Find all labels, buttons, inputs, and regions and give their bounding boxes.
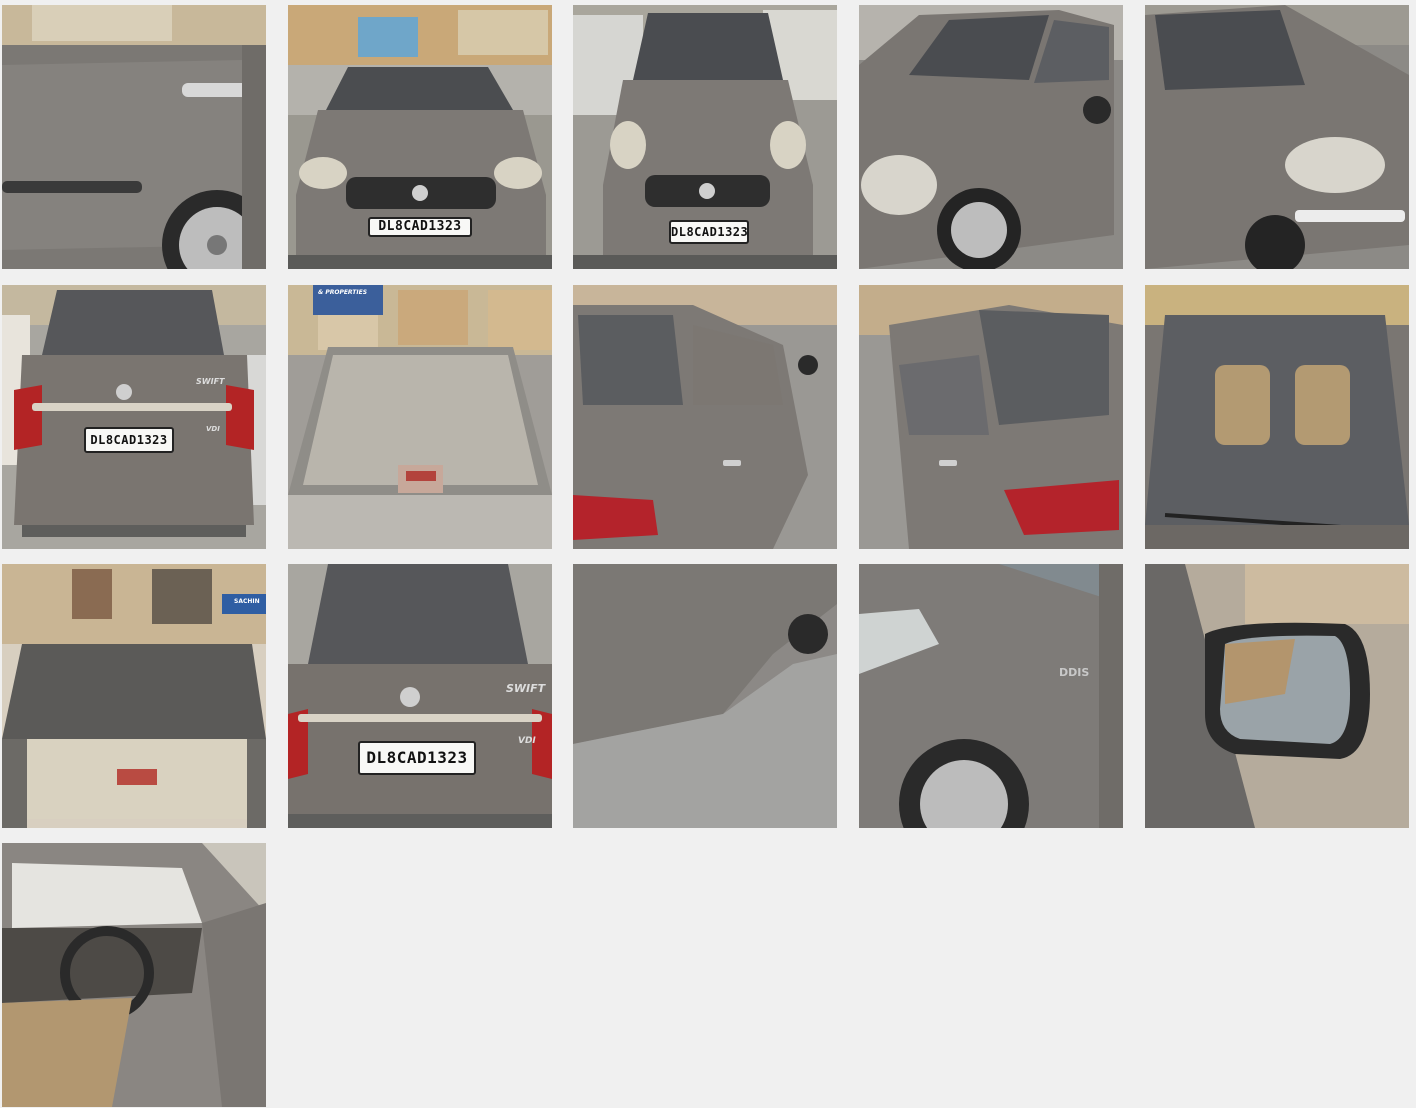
photo-boot-open[interactable]: SACHIN [2, 564, 266, 828]
photo-front-quarter-left[interactable] [859, 5, 1123, 269]
photo-front-quarter-left-image [859, 5, 1123, 269]
photo-rear-closeup[interactable]: SWIFT DL8CAD1323 VDI [288, 564, 552, 828]
photo-rear-quarter-right-image [859, 285, 1123, 549]
photo-front-quarter-right[interactable] [1145, 5, 1409, 269]
license-plate: DL8CAD1323 [84, 427, 174, 453]
license-plate: DL8CAD1323 [669, 220, 749, 244]
photo-front-quarter-right-image [1145, 5, 1409, 269]
photo-rear-quarter-right[interactable] [859, 285, 1123, 549]
photo-rear-quarter-left[interactable] [573, 285, 837, 549]
photo-gallery: DL8CAD1323 DL8CAD1323 SWIFT DL8CAD1323 V… [0, 0, 1416, 1108]
photo-interior-dashboard-image [2, 843, 266, 1107]
photo-rear-windshield[interactable]: & PROPERTIES [288, 285, 552, 549]
swift-badge: SWIFT [196, 377, 225, 386]
photo-front-fender-ddis-image [859, 564, 1123, 828]
photo-rear-closeup-image [288, 564, 552, 828]
photo-boot-open-image [2, 564, 266, 828]
photo-windshield-image [1145, 285, 1409, 549]
shop-sign-text: SACHIN [234, 598, 260, 605]
photo-rear[interactable]: SWIFT DL8CAD1323 VDI [2, 285, 266, 549]
vdi-badge: VDI [206, 425, 220, 433]
swift-badge: SWIFT [506, 682, 546, 695]
photo-side-panel[interactable] [573, 564, 837, 828]
license-plate: DL8CAD1323 [358, 741, 476, 775]
photo-side-panel-image [573, 564, 837, 828]
photo-front-2[interactable]: DL8CAD1323 [573, 5, 837, 269]
photo-rear-door-side-image [2, 5, 266, 269]
shop-sign-text: & PROPERTIES [318, 289, 368, 296]
photo-front-fender-ddis[interactable]: DDIS [859, 564, 1123, 828]
ddis-badge: DDIS [1059, 666, 1090, 679]
photo-interior-dashboard[interactable] [2, 843, 266, 1107]
photo-rear-quarter-left-image [573, 285, 837, 549]
license-plate: DL8CAD1323 [368, 217, 472, 237]
vdi-badge: VDI [518, 736, 536, 746]
photo-windshield[interactable] [1145, 285, 1409, 549]
photo-rear-image [2, 285, 266, 549]
photo-rear-windshield-image [288, 285, 552, 549]
photo-rear-door-side[interactable] [2, 5, 266, 269]
photo-front[interactable]: DL8CAD1323 [288, 5, 552, 269]
photo-side-mirror-image [1145, 564, 1409, 828]
photo-side-mirror[interactable] [1145, 564, 1409, 828]
